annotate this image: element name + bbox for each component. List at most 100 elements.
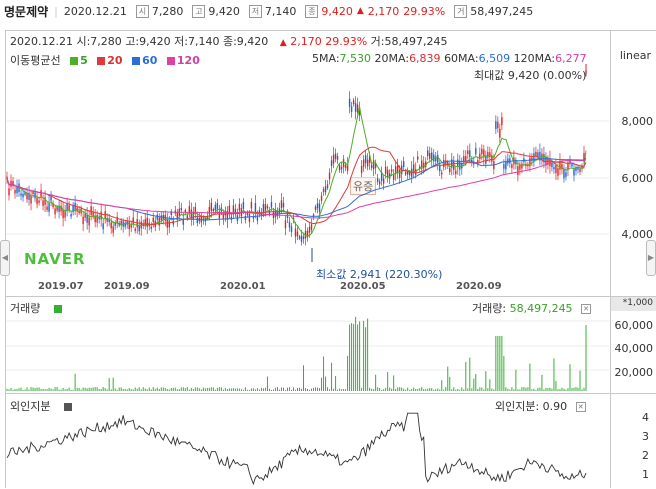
volume-bar	[521, 387, 523, 391]
price-candle	[557, 168, 559, 176]
volume-bar	[585, 325, 587, 391]
volume-bar	[76, 387, 78, 391]
volume-bar	[196, 387, 198, 391]
volume-bar	[487, 388, 489, 391]
price-candle	[342, 159, 345, 168]
price-candle	[495, 121, 497, 129]
price-candle	[284, 220, 287, 229]
volume-bar	[437, 388, 439, 391]
price-candle	[328, 172, 331, 179]
foreign-ownership-line	[6, 412, 587, 486]
price-candle	[114, 223, 116, 226]
volume-bar	[411, 389, 413, 391]
price-candle	[62, 209, 64, 219]
price-candle	[533, 153, 535, 162]
volume-bar	[413, 387, 415, 391]
volume-bar	[286, 387, 288, 391]
volume-bar	[270, 389, 272, 391]
volume-bar	[252, 388, 254, 391]
volume-bar	[226, 388, 228, 391]
volume-bar	[30, 387, 32, 391]
price-candle	[84, 213, 86, 218]
volume-bar	[162, 387, 164, 391]
volume-bar	[481, 387, 483, 391]
price-candle	[56, 207, 58, 211]
volume-bar	[174, 387, 176, 391]
volume-bar	[256, 388, 258, 391]
price-candle	[531, 157, 533, 161]
price-candle	[437, 154, 439, 163]
price-candle	[168, 220, 170, 228]
volume-bar	[50, 388, 52, 391]
volume-bar	[152, 387, 154, 391]
price-candle	[330, 160, 333, 166]
price-candle	[300, 235, 303, 242]
volume-bar	[218, 387, 220, 391]
volume-bar	[325, 376, 327, 391]
volume-bar	[134, 387, 136, 391]
volume-bar	[323, 356, 325, 391]
price-candle	[505, 161, 507, 170]
volume-bar	[397, 387, 399, 391]
volume-bar	[399, 387, 401, 391]
volume-bar	[234, 388, 236, 391]
price-candle	[186, 215, 189, 218]
price-candle	[481, 148, 483, 155]
volume-bar	[333, 388, 335, 391]
volume-bar	[216, 387, 218, 391]
volume-bar	[423, 389, 425, 391]
volume-bar	[547, 388, 549, 391]
volume-bar	[331, 362, 333, 391]
volume-bar	[569, 364, 571, 391]
price-candle	[378, 181, 381, 185]
volume-bar	[447, 366, 449, 391]
price-candle	[70, 213, 72, 217]
price-candle	[242, 201, 245, 209]
volume-bar	[36, 387, 38, 391]
price-candle	[156, 214, 158, 220]
price-candle	[439, 164, 441, 172]
volume-bar	[581, 389, 583, 391]
volume-bar	[264, 387, 266, 391]
volume-bar	[242, 389, 244, 391]
volume-bar	[515, 369, 517, 391]
price-candle	[344, 165, 347, 169]
volume-bar	[10, 387, 12, 391]
volume-bar	[309, 389, 311, 391]
volume-bar	[42, 388, 44, 391]
price-candle	[364, 155, 367, 164]
price-candle	[232, 205, 235, 213]
volume-bar	[463, 389, 465, 391]
volume-bar	[313, 387, 315, 391]
price-candle	[340, 166, 343, 170]
volume-bar	[148, 387, 150, 391]
price-candle	[356, 104, 359, 113]
volume-bar	[166, 388, 168, 391]
volume-bar	[56, 387, 58, 391]
volume-bar	[220, 387, 222, 391]
volume-bar	[579, 370, 581, 391]
volume-bar	[311, 388, 313, 391]
price-candle	[92, 212, 94, 217]
volume-bar	[415, 388, 417, 391]
price-candle	[459, 161, 461, 170]
volume-bar	[351, 323, 353, 391]
ma20-line	[6, 146, 587, 226]
volume-bar	[343, 389, 345, 391]
price-candle	[465, 156, 467, 161]
volume-bar	[335, 375, 337, 391]
volume-bar	[403, 388, 405, 391]
price-candle	[46, 206, 48, 210]
price-candle	[294, 228, 297, 237]
price-candle	[565, 172, 567, 177]
volume-bar	[339, 388, 341, 391]
price-candle	[102, 223, 104, 230]
volume-bar	[557, 389, 559, 391]
volume-bar	[359, 321, 361, 391]
price-candle	[467, 150, 469, 155]
volume-bar	[16, 389, 18, 391]
volume-bar	[54, 387, 56, 391]
volume-bar	[387, 372, 389, 391]
volume-bar	[52, 389, 54, 391]
price-candle	[360, 165, 363, 173]
